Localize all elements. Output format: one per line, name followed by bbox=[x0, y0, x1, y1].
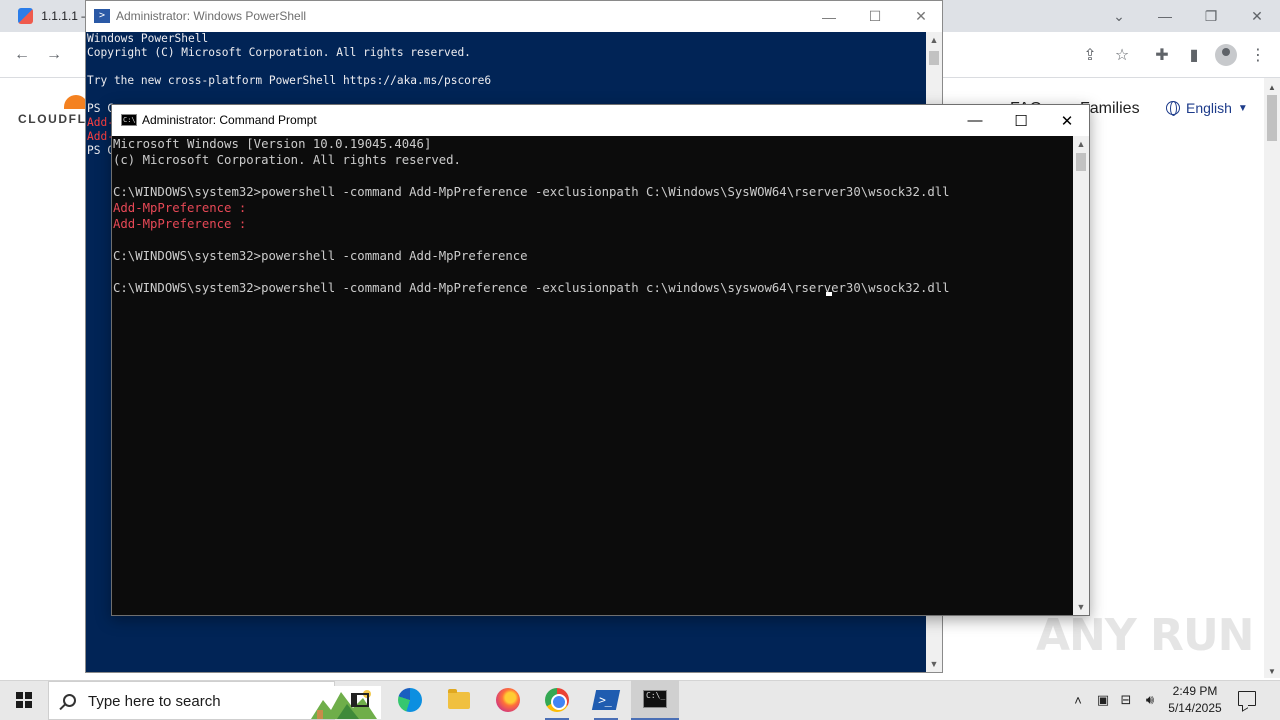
text-cursor-icon bbox=[826, 292, 832, 296]
profile-avatar[interactable] bbox=[1214, 43, 1238, 67]
browser-tab[interactable]: 1.1.1.1 – bbox=[8, 0, 88, 32]
volume-icon[interactable]: 🔊︎ bbox=[1141, 690, 1159, 710]
browser-scrollbar-thumb[interactable] bbox=[1267, 95, 1277, 141]
powershell-scrollbar-thumb[interactable] bbox=[929, 51, 939, 65]
command-prompt-titlebar[interactable]: C:\ Administrator: Command Prompt — ☐ ✕ bbox=[112, 105, 1089, 136]
command-prompt-window[interactable]: C:\ Administrator: Command Prompt — ☐ ✕ … bbox=[111, 104, 1090, 616]
search-placeholder: Type here to search bbox=[88, 693, 221, 710]
browser-restore-button[interactable]: ❐ bbox=[1188, 0, 1234, 32]
back-arrow-icon[interactable]: ← bbox=[10, 43, 34, 67]
show-hidden-icons-chevron-icon[interactable]: ˄ bbox=[1069, 690, 1087, 710]
console-line: Windows PowerShell bbox=[87, 32, 209, 45]
command-prompt-icon: C:\_ bbox=[643, 690, 667, 708]
bookmark-star-icon[interactable]: ☆ bbox=[1110, 43, 1134, 67]
scroll-down-arrow-icon[interactable]: ▼ bbox=[1073, 599, 1089, 615]
taskbar-file-explorer[interactable] bbox=[435, 680, 483, 720]
powershell-minimize-button[interactable]: — bbox=[806, 1, 852, 32]
task-view-button[interactable] bbox=[336, 680, 384, 720]
globe-icon bbox=[1166, 101, 1180, 116]
browser-menu-kebab-icon[interactable]: ⋮ bbox=[1246, 43, 1270, 67]
start-button[interactable] bbox=[0, 680, 48, 720]
firefox-icon bbox=[496, 688, 520, 712]
powershell-maximize-button[interactable]: ☐ bbox=[852, 1, 898, 32]
device-icon[interactable]: ▣ bbox=[1094, 690, 1112, 710]
console-error-line: Add- bbox=[87, 130, 114, 143]
extensions-puzzle-icon[interactable]: ✚ bbox=[1150, 43, 1174, 67]
console-error-line: Add-MpPreference : bbox=[113, 201, 247, 215]
taskbar-search-box[interactable]: Type here to search bbox=[48, 681, 381, 720]
console-command-line: C:\WINDOWS\system32>powershell -command … bbox=[113, 249, 528, 263]
taskbar-powershell[interactable]: >_ bbox=[582, 680, 630, 720]
tab-search-chevron-icon[interactable]: ⌄ bbox=[1096, 0, 1142, 32]
browser-close-button[interactable]: ✕ bbox=[1234, 0, 1280, 32]
scroll-up-arrow-icon[interactable]: ▲ bbox=[1073, 136, 1089, 152]
cmd-maximize-button[interactable]: ☐ bbox=[998, 105, 1044, 136]
task-view-icon bbox=[351, 693, 369, 707]
windows-logo-icon bbox=[16, 692, 32, 708]
taskbar-clock[interactable]: 2:49 PM 5/14/2025 bbox=[1160, 683, 1230, 717]
console-line: (c) Microsoft Corporation. All rights re… bbox=[113, 153, 461, 167]
caret-down-icon: ▼ bbox=[1237, 102, 1248, 114]
side-panel-icon[interactable]: ▮ bbox=[1182, 43, 1206, 67]
command-prompt-title: Administrator: Command Prompt bbox=[142, 113, 317, 127]
console-line: PS C bbox=[87, 144, 114, 157]
edge-icon bbox=[398, 688, 422, 712]
powershell-title: Administrator: Windows PowerShell bbox=[116, 9, 307, 23]
console-line: Microsoft Windows [Version 10.0.19045.40… bbox=[113, 137, 432, 151]
taskbar-command-prompt[interactable]: C:\_ bbox=[631, 680, 679, 720]
console-line: PS C bbox=[87, 102, 114, 115]
cmd-minimize-button[interactable]: — bbox=[952, 105, 998, 136]
command-prompt-scrollbar-thumb[interactable] bbox=[1076, 153, 1086, 171]
browser-tab-title: 1.1.1.1 – bbox=[41, 9, 88, 23]
taskbar-chrome[interactable] bbox=[533, 680, 581, 720]
cmd-close-button[interactable]: ✕ bbox=[1044, 105, 1090, 136]
watermark-text: ANY RUN bbox=[1036, 610, 1254, 661]
scroll-up-arrow-icon[interactable]: ▲ bbox=[926, 32, 942, 48]
powershell-icon: >_ bbox=[591, 690, 621, 710]
browser-scrollbar[interactable] bbox=[1264, 78, 1280, 678]
clock-date: 5/14/2025 bbox=[1168, 701, 1222, 715]
forward-arrow-icon[interactable]: → bbox=[42, 43, 66, 67]
share-icon[interactable]: ⇪ bbox=[1078, 43, 1102, 67]
network-icon[interactable]: ⊟ bbox=[1117, 690, 1135, 710]
language-label: English bbox=[1186, 100, 1232, 116]
command-prompt-scrollbar[interactable] bbox=[1073, 136, 1089, 615]
console-error-line: Add- bbox=[87, 116, 114, 129]
console-line: Copyright (C) Microsoft Corporation. All… bbox=[87, 46, 471, 59]
taskbar-firefox[interactable] bbox=[484, 680, 532, 720]
powershell-icon: > bbox=[94, 9, 110, 23]
chrome-icon bbox=[545, 688, 569, 712]
powershell-titlebar[interactable]: > Administrator: Windows PowerShell — ☐ … bbox=[86, 1, 942, 32]
console-command-line: C:\WINDOWS\system32>powershell -command … bbox=[113, 281, 950, 295]
language-select[interactable]: English ▼ bbox=[1166, 100, 1248, 116]
powershell-close-button[interactable]: ✕ bbox=[898, 1, 944, 32]
cloudflare-favicon-icon bbox=[18, 8, 34, 24]
anyrun-watermark: ANY RUN bbox=[1036, 610, 1254, 661]
notifications-icon[interactable] bbox=[1238, 691, 1256, 706]
taskbar-edge[interactable] bbox=[386, 680, 434, 720]
browser-minimize-button[interactable]: — bbox=[1142, 0, 1188, 32]
search-icon bbox=[63, 694, 76, 707]
scroll-down-arrow-icon[interactable]: ▼ bbox=[1264, 664, 1280, 678]
command-prompt-icon: C:\ bbox=[121, 114, 137, 126]
folder-icon bbox=[448, 688, 470, 709]
console-error-line: Add-MpPreference : bbox=[113, 217, 247, 231]
clock-time: 2:49 PM bbox=[1172, 684, 1218, 698]
command-prompt-console[interactable]: Microsoft Windows [Version 10.0.19045.40… bbox=[112, 136, 1073, 615]
scroll-down-arrow-icon[interactable]: ▼ bbox=[926, 656, 942, 672]
console-command-line: C:\WINDOWS\system32>powershell -command … bbox=[113, 185, 950, 199]
scroll-up-arrow-icon[interactable]: ▲ bbox=[1264, 80, 1280, 94]
profile-icon bbox=[1215, 44, 1237, 66]
console-line: Try the new cross-platform PowerShell ht… bbox=[87, 74, 492, 87]
